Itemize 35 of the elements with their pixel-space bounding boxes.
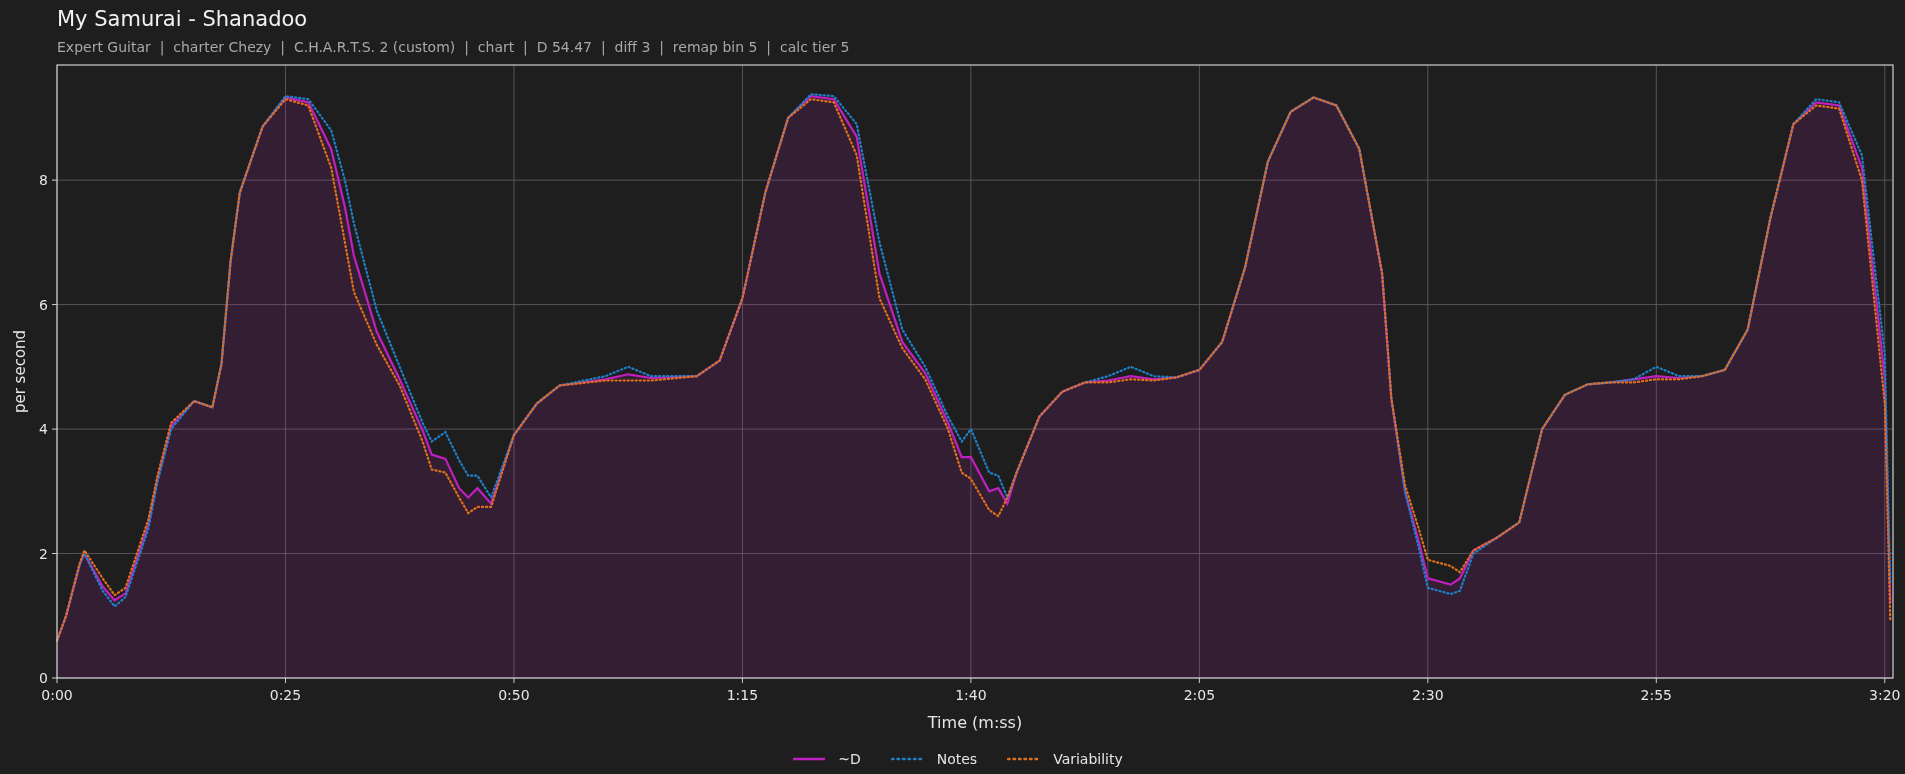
legend-swatch (890, 757, 925, 761)
y-tick-label: 4 (39, 421, 48, 438)
tick-mark (51, 553, 58, 555)
tick-mark (1427, 677, 1429, 684)
legend-label: Variability (1053, 751, 1123, 767)
tick-mark (1198, 677, 1200, 684)
tick-mark (51, 179, 58, 181)
x-tick-label: 0:25 (269, 687, 302, 703)
tick-mark (51, 428, 58, 430)
y-tick-label: 0 (39, 670, 48, 686)
tick-mark (51, 304, 58, 306)
x-tick-label: 0:00 (41, 687, 73, 703)
tick-mark (970, 677, 972, 684)
tick-mark (284, 677, 286, 684)
chart-subtitle: Expert Guitar | charter Chezy | C.H.A.R.T.S. 2 (custom) | chart | D 54.47 | diff 3 | remap bin 5 | calc tier 5 (57, 38, 851, 56)
y-tick-label: 8 (39, 172, 48, 189)
tick-mark (513, 677, 515, 684)
chart-title: My Samurai - Shanadoo (57, 6, 309, 32)
x-tick-label: 1:15 (726, 687, 759, 703)
legend-label: Notes (936, 751, 978, 767)
y-axis-label: per second (11, 329, 29, 414)
x-tick-label: 1:40 (955, 687, 987, 703)
x-tick-label: 2:55 (1640, 687, 1673, 703)
tick-mark (1655, 677, 1657, 684)
x-tick-label: 2:30 (1412, 687, 1444, 703)
tick-mark (1884, 677, 1886, 684)
x-tick-label: 3:20 (1869, 687, 1901, 703)
x-tick-label: 0:50 (498, 687, 530, 703)
y-tick-label: 6 (39, 296, 48, 313)
y-tick-label: 2 (39, 545, 48, 562)
x-axis-label: Time (m:ss) (927, 713, 1023, 732)
tick-mark (741, 677, 743, 684)
legend-label: ~D (838, 751, 861, 767)
x-tick-label: 2:05 (1183, 687, 1216, 703)
legend-swatch (792, 757, 827, 761)
